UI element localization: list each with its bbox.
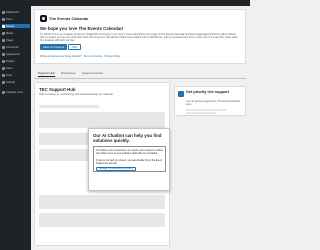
collapse-icon [2, 90, 5, 94]
optin-links: What permissions are being granted? · Te… [40, 55, 121, 58]
priority-support-body: You can get live support from The Events… [186, 100, 240, 106]
priority-support-card: Get priority live support You can get li… [174, 86, 246, 116]
optin-title: We hope you love The Events Calendar! [40, 26, 124, 31]
sidebar-item-pages[interactable]: Pages [2, 38, 30, 42]
sidebar-item-tools[interactable]: Tools [2, 73, 30, 77]
users-icon [2, 66, 5, 70]
placeholder-block [39, 112, 165, 128]
sidebar-item-collapse[interactable]: Collapse menu [2, 90, 30, 94]
sidebar-item-label: Posts [6, 17, 13, 21]
media-icon [2, 31, 5, 35]
allow-continue-button[interactable]: Allow & Continue [40, 44, 68, 50]
brush-icon [2, 52, 5, 56]
sidebar-item-media[interactable]: Media [2, 31, 30, 35]
support-icon [178, 91, 184, 97]
placeholder-block [39, 105, 99, 108]
privacy-link[interactable]: Privacy Policy [105, 55, 121, 58]
dialog-heading: Our AI Chatbot can help you find solutio… [93, 133, 162, 144]
placeholder-line [186, 112, 216, 114]
optin-body: Hi, admin! This is an invitation to help… [40, 33, 238, 43]
manage-consent-button[interactable]: Manage my data sharing consent [96, 167, 136, 171]
tab-support-access[interactable]: Support Access [82, 70, 103, 76]
admin-bar [0, 0, 250, 6]
page-icon [2, 38, 5, 42]
sidebar-item-settings[interactable]: Settings [2, 80, 30, 84]
sidebar-item-label: Media [6, 31, 14, 35]
tab-resources[interactable]: Resources [61, 70, 75, 76]
consent-box: To enhance your experience, we require y… [93, 146, 166, 172]
tab-support-hub[interactable]: Support Hub [38, 70, 55, 77]
sidebar-item-label: Events [6, 24, 14, 28]
pin-icon [2, 17, 5, 21]
tec-logo-icon [40, 15, 47, 22]
priority-support-title: Get priority live support [186, 90, 230, 94]
admin-sidebar: Dashboard Posts Events Media Pages Comme… [0, 6, 31, 250]
optin-brand: The Events Calendar [49, 16, 89, 21]
comment-icon [2, 45, 5, 49]
skip-button[interactable]: Skip [68, 44, 82, 50]
sidebar-item-label: Plugins [6, 59, 15, 63]
terms-link[interactable]: Terms of Service [84, 55, 103, 58]
ai-chatbot-consent-dialog: Our AI Chatbot can help you find solutio… [88, 128, 170, 191]
placeholder-block [39, 213, 165, 227]
sidebar-item-plugins[interactable]: Plugins [2, 59, 30, 63]
page-title: TEC Support Hub [39, 87, 76, 92]
sidebar-item-label: Pages [6, 38, 14, 42]
dashboard-icon [2, 10, 5, 14]
calendar-icon [2, 24, 5, 28]
page-subtitle: Help on setting up, customizing, and tro… [39, 93, 114, 96]
wrench-icon [2, 73, 5, 77]
sidebar-item-label: Comments [6, 45, 19, 49]
placeholder-line [186, 109, 226, 111]
sidebar-item-comments[interactable]: Comments [2, 45, 30, 49]
sidebar-item-posts[interactable]: Posts [2, 17, 30, 21]
settings-icon [2, 80, 5, 84]
sidebar-item-appearance[interactable]: Appearance [2, 52, 30, 56]
sidebar-item-label: Dashboard [6, 10, 19, 14]
permissions-link[interactable]: What permissions are being granted? [40, 55, 82, 58]
consent-note: If you do not wish to consent, you can d… [96, 159, 162, 165]
placeholder-block [39, 195, 165, 209]
tabs-bar: Support Hub Resources Support Access [34, 69, 246, 79]
sidebar-item-label: Settings [6, 80, 16, 84]
optin-notice: The Events Calendar We hope you love The… [34, 9, 246, 64]
plugin-icon [2, 59, 5, 63]
sidebar-item-events[interactable]: Events [2, 24, 30, 28]
sidebar-item-label: Collapse menu [6, 90, 24, 94]
sidebar-item-label: Users [6, 66, 13, 70]
consent-text: To enhance your experience, we require y… [96, 149, 163, 155]
sidebar-item-dashboard[interactable]: Dashboard [2, 10, 30, 14]
sidebar-item-label: Appearance [6, 52, 20, 56]
sidebar-item-label: Tools [6, 73, 13, 77]
sidebar-item-users[interactable]: Users [2, 66, 30, 70]
